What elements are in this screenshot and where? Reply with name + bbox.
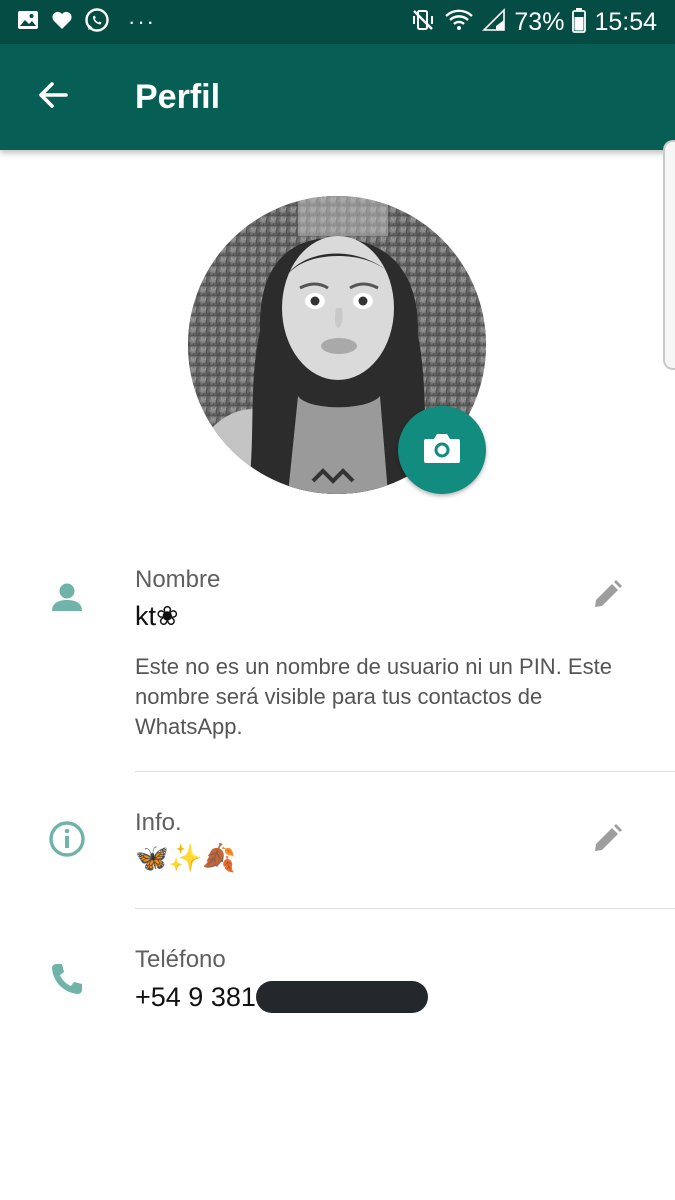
status-notifications: ··· — [16, 0, 156, 44]
image-icon — [16, 8, 40, 37]
arrow-left-icon — [36, 78, 70, 117]
heart-icon — [50, 8, 74, 37]
battery-percent: 73% — [514, 7, 565, 36]
back-button[interactable] — [30, 74, 76, 120]
name-value: kt❀ — [135, 601, 179, 631]
signal-icon — [482, 7, 506, 37]
status-system: 73% 15:54 — [410, 0, 657, 44]
redaction-bar — [255, 980, 428, 1013]
status-bar: ··· 73% 15:54 — [0, 0, 675, 44]
edge-panel-handle[interactable] — [663, 140, 675, 370]
info-icon — [46, 818, 88, 860]
whatsapp-icon — [84, 7, 110, 38]
pencil-icon — [591, 823, 623, 860]
clock: 15:54 — [594, 7, 657, 36]
info-label: Info. — [135, 809, 182, 836]
person-icon — [46, 576, 88, 618]
battery-icon — [572, 7, 587, 38]
change-photo-button[interactable] — [398, 406, 486, 494]
pencil-icon — [591, 579, 623, 616]
more-dots-icon: ··· — [128, 9, 156, 34]
edit-name-button[interactable] — [588, 578, 626, 616]
camera-icon — [422, 431, 462, 470]
wifi-icon — [444, 7, 474, 38]
edit-info-button[interactable] — [588, 822, 626, 860]
name-label: Nombre — [135, 566, 221, 593]
phone-icon — [46, 958, 88, 1000]
page-title: Perfil — [135, 78, 221, 116]
info-value: 🦋✨🍂 — [135, 843, 236, 873]
phone-label: Teléfono — [135, 946, 226, 973]
app-bar: Perfil — [0, 44, 675, 150]
divider — [135, 771, 675, 772]
phone-value: +54 9 381 — [135, 980, 428, 1015]
phone-number-visible: +54 9 381 — [135, 982, 256, 1012]
divider — [135, 908, 675, 909]
mute-vibrate-icon — [410, 7, 436, 38]
name-helper-text: Este no es un nombre de usuario ni un PI… — [135, 654, 612, 739]
